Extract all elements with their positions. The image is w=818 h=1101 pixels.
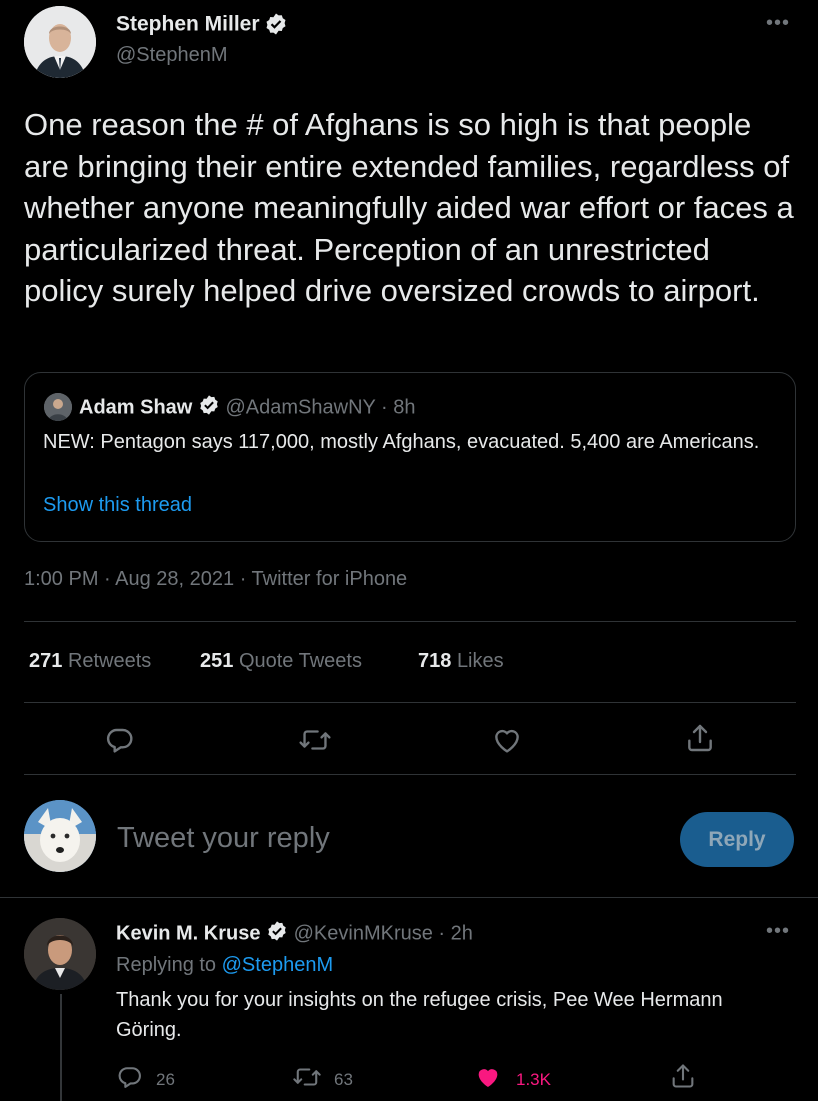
reply-author-name[interactable]: Kevin M. Kruse bbox=[116, 922, 260, 944]
thread-line bbox=[60, 994, 62, 1101]
reply-author-avatar[interactable] bbox=[24, 918, 96, 990]
retweet-icon[interactable] bbox=[292, 1063, 322, 1096]
reply-icon[interactable] bbox=[104, 724, 136, 756]
retweet-count: 63 bbox=[334, 1069, 353, 1089]
author-avatar[interactable] bbox=[24, 6, 96, 78]
like-count: 1.3K bbox=[516, 1069, 551, 1089]
verified-badge-icon bbox=[264, 12, 288, 41]
quote-text: NEW: Pentagon says 117,000, mostly Afgha… bbox=[43, 431, 760, 453]
reply-icon[interactable] bbox=[116, 1063, 144, 1096]
quote-author-avatar bbox=[44, 393, 72, 421]
like-filled-icon[interactable] bbox=[474, 1063, 502, 1096]
verified-badge-icon bbox=[266, 920, 288, 948]
quote-author-name: Adam Shaw bbox=[79, 396, 193, 419]
reply-count: 26 bbox=[156, 1069, 175, 1089]
retweets-count: 271 bbox=[29, 650, 63, 672]
current-user-avatar[interactable] bbox=[24, 800, 96, 872]
tweet-text: One reason the # of Afghans is so high i… bbox=[24, 107, 794, 308]
author-handle[interactable]: @StephenM bbox=[116, 44, 227, 67]
retweets-stat[interactable]: 271 Retweets bbox=[29, 650, 151, 673]
likes-stat[interactable]: 718 Likes bbox=[418, 650, 504, 673]
divider bbox=[24, 774, 796, 775]
show-thread-link[interactable]: Show this thread bbox=[43, 494, 192, 517]
reply-author-portrait bbox=[24, 918, 96, 990]
quote-author-handle-time: @AdamShawNY · 8h bbox=[225, 396, 416, 419]
reply-reply-action[interactable]: 26 bbox=[116, 1063, 175, 1096]
divider bbox=[24, 702, 796, 703]
reply-author-handle-time[interactable]: @KevinMKruse · 2h bbox=[294, 922, 473, 944]
tweet-timestamp[interactable]: 1:00 PM · Aug 28, 2021 · Twitter for iPh… bbox=[24, 568, 407, 591]
retweets-label: Retweets bbox=[67, 650, 152, 672]
verified-badge-icon bbox=[198, 394, 220, 422]
quote-tweets-stat[interactable]: 251 Quote Tweets bbox=[200, 650, 362, 673]
share-icon[interactable] bbox=[684, 722, 716, 754]
divider bbox=[24, 621, 796, 622]
retweet-icon[interactable] bbox=[298, 724, 332, 756]
reply-header[interactable]: Kevin M. Kruse @KevinMKruse · 2h bbox=[116, 920, 473, 948]
quote-tweets-count: 251 bbox=[200, 650, 234, 672]
reply-text: Thank you for your insights on the refug… bbox=[116, 989, 723, 1041]
like-icon[interactable] bbox=[491, 724, 523, 756]
reply-like-action[interactable]: 1.3K bbox=[474, 1063, 551, 1096]
more-horizontal-icon[interactable]: ••• bbox=[766, 12, 790, 35]
divider bbox=[0, 897, 818, 898]
replying-to-label: Replying to bbox=[116, 954, 217, 976]
replying-to: Replying to @StephenM bbox=[116, 954, 333, 977]
share-icon[interactable] bbox=[669, 1062, 697, 1095]
quote-header: Adam Shaw @AdamShawNY · 8h bbox=[79, 394, 416, 422]
dog-photo bbox=[24, 800, 96, 872]
avatar-portrait bbox=[24, 6, 96, 78]
reply-retweet-action[interactable]: 63 bbox=[292, 1063, 353, 1096]
more-horizontal-icon[interactable]: ••• bbox=[766, 920, 790, 943]
likes-count: 718 bbox=[418, 650, 452, 672]
author-name[interactable]: Stephen Miller bbox=[116, 13, 260, 36]
reply-input[interactable]: Tweet your reply bbox=[117, 822, 330, 855]
replying-to-handle[interactable]: @StephenM bbox=[222, 954, 333, 976]
author-name-row[interactable]: Stephen Miller bbox=[116, 12, 288, 41]
likes-label: Likes bbox=[456, 650, 504, 672]
reply-button[interactable]: Reply bbox=[680, 812, 794, 867]
quote-tweets-label: Quote Tweets bbox=[238, 650, 362, 672]
